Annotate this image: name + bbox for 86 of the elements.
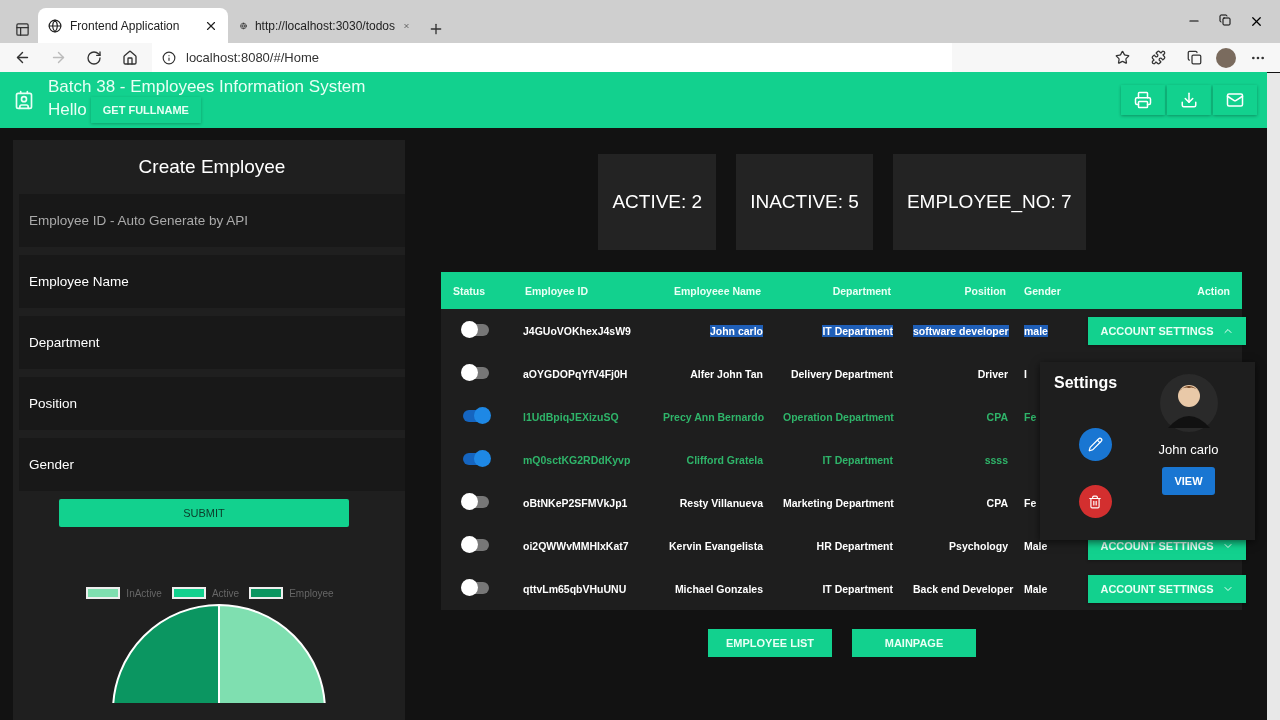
table-cell: Kervin Evangelista bbox=[669, 539, 763, 552]
table-cell: software developer bbox=[913, 324, 1009, 337]
table-cell: IT Department bbox=[822, 582, 893, 595]
table-cell: I bbox=[1024, 367, 1027, 380]
restore-icon[interactable] bbox=[1219, 14, 1231, 26]
input-field[interactable]: Position bbox=[19, 377, 405, 430]
browser-tab[interactable]: http://localhost:3030/todos bbox=[230, 8, 420, 43]
badge-icon bbox=[14, 90, 34, 110]
input-field[interactable]: Employee ID - Auto Generate by API bbox=[19, 194, 405, 247]
status-toggle[interactable] bbox=[463, 581, 489, 594]
menu-title: Settings bbox=[1054, 374, 1118, 392]
delete-button[interactable] bbox=[1078, 485, 1112, 518]
column-header: Employee ID bbox=[513, 272, 653, 309]
printer-icon bbox=[1134, 91, 1152, 109]
browser-tab[interactable]: Frontend Application bbox=[38, 8, 228, 43]
table-cell: Fe bbox=[1024, 496, 1037, 509]
column-header: Employeee Name bbox=[653, 272, 773, 309]
table-cell: Psychology bbox=[949, 539, 1008, 552]
greeting: Hello bbox=[48, 100, 87, 120]
legend-label: InActive bbox=[126, 587, 162, 599]
table-cell: Clifford Gratela bbox=[686, 453, 763, 466]
table-cell: John carlo bbox=[709, 324, 763, 337]
profile-avatar[interactable] bbox=[1216, 47, 1236, 68]
input-field[interactable]: Employee Name bbox=[19, 255, 405, 308]
table-cell: IT Department bbox=[822, 453, 893, 466]
download-icon bbox=[1180, 91, 1198, 109]
table-cell: Male bbox=[1024, 582, 1048, 595]
column-header: Position bbox=[903, 272, 1018, 309]
table-cell: Michael Gonzales bbox=[674, 582, 763, 595]
table-cell: HR Department bbox=[816, 539, 893, 552]
address-field[interactable]: localhost:8080/#/Home bbox=[152, 43, 952, 72]
table-cell: Male bbox=[1024, 539, 1048, 552]
tab-title: Frontend Application bbox=[70, 18, 181, 33]
tab-title: http://localhost:3030/todos bbox=[254, 18, 396, 33]
table-cell: Resty Villanueva bbox=[679, 496, 763, 509]
input-field[interactable]: Department bbox=[19, 316, 405, 369]
status-toggle[interactable] bbox=[463, 452, 489, 465]
table-cell: Operation Department bbox=[783, 410, 894, 423]
status-toggle[interactable] bbox=[463, 323, 489, 336]
info-icon bbox=[162, 50, 176, 65]
table-cell: CPA bbox=[986, 410, 1008, 423]
stat-card: ACTIVE: 2 bbox=[598, 154, 717, 250]
input-field[interactable]: Gender bbox=[19, 438, 405, 491]
form-title: Create Employee bbox=[137, 156, 287, 178]
app-title: Batch 38 - Employees Information System bbox=[48, 77, 366, 97]
table-cell: oBtNKeP2SFMVkJp1 bbox=[523, 496, 628, 509]
table-cell: l1UdBpiqJEXizuSQ bbox=[523, 410, 619, 423]
table-cell: mQ0sctKG2RDdKyvp bbox=[523, 453, 631, 466]
status-toggle[interactable] bbox=[463, 366, 489, 379]
column-header: Department bbox=[773, 272, 903, 309]
table-cell: Fe bbox=[1024, 410, 1037, 423]
column-header: Action bbox=[1078, 272, 1242, 309]
table-cell: Back end Developer bbox=[913, 582, 1014, 595]
table-cell: Delivery Department bbox=[790, 367, 893, 380]
table-cell: oi2QWWvMMHIxKat7 bbox=[523, 539, 629, 552]
table-cell: CPA bbox=[986, 496, 1008, 509]
table-cell: Driver bbox=[977, 367, 1008, 380]
trash-icon bbox=[1088, 494, 1102, 509]
avatar bbox=[1159, 374, 1218, 432]
stat-card: EMPLOYEE_NO: 7 bbox=[892, 154, 1086, 250]
table-cell: ssss bbox=[984, 453, 1008, 466]
table-cell: Alfer John Tan bbox=[690, 367, 763, 380]
column-header: Gender bbox=[1018, 272, 1078, 309]
legend-label: Employee bbox=[289, 587, 334, 599]
table-cell: Marketing Department bbox=[783, 496, 894, 509]
table-cell: male bbox=[1024, 324, 1048, 337]
site-icon bbox=[48, 18, 62, 33]
table-cell: J4GUoVOKhexJ4sW9 bbox=[523, 324, 631, 337]
scrollbar[interactable] bbox=[1267, 73, 1280, 720]
table-cell: aOYGDOPqYfV4Fj0H bbox=[523, 367, 628, 380]
status-toggle[interactable] bbox=[463, 538, 489, 551]
table-cell: qttvLm65qbVHuUNU bbox=[523, 582, 627, 595]
legend-label: Active bbox=[211, 587, 240, 599]
user-name: John carlo bbox=[1158, 442, 1219, 457]
mail-icon bbox=[1226, 91, 1244, 109]
pencil-icon bbox=[1087, 437, 1103, 452]
view-button[interactable]: VIEW bbox=[1162, 467, 1215, 495]
status-toggle[interactable] bbox=[463, 409, 489, 422]
edit-button[interactable] bbox=[1078, 428, 1112, 461]
table-cell: Precy Ann Bernardo bbox=[663, 410, 765, 423]
close-icon[interactable] bbox=[1249, 14, 1264, 29]
submit-button[interactable]: SUBMIT bbox=[59, 499, 349, 527]
stat-card: INACTIVE: 5 bbox=[736, 154, 873, 250]
status-toggle[interactable] bbox=[463, 495, 489, 508]
column-header: Status bbox=[441, 272, 513, 309]
table-cell: IT Department bbox=[822, 324, 893, 337]
